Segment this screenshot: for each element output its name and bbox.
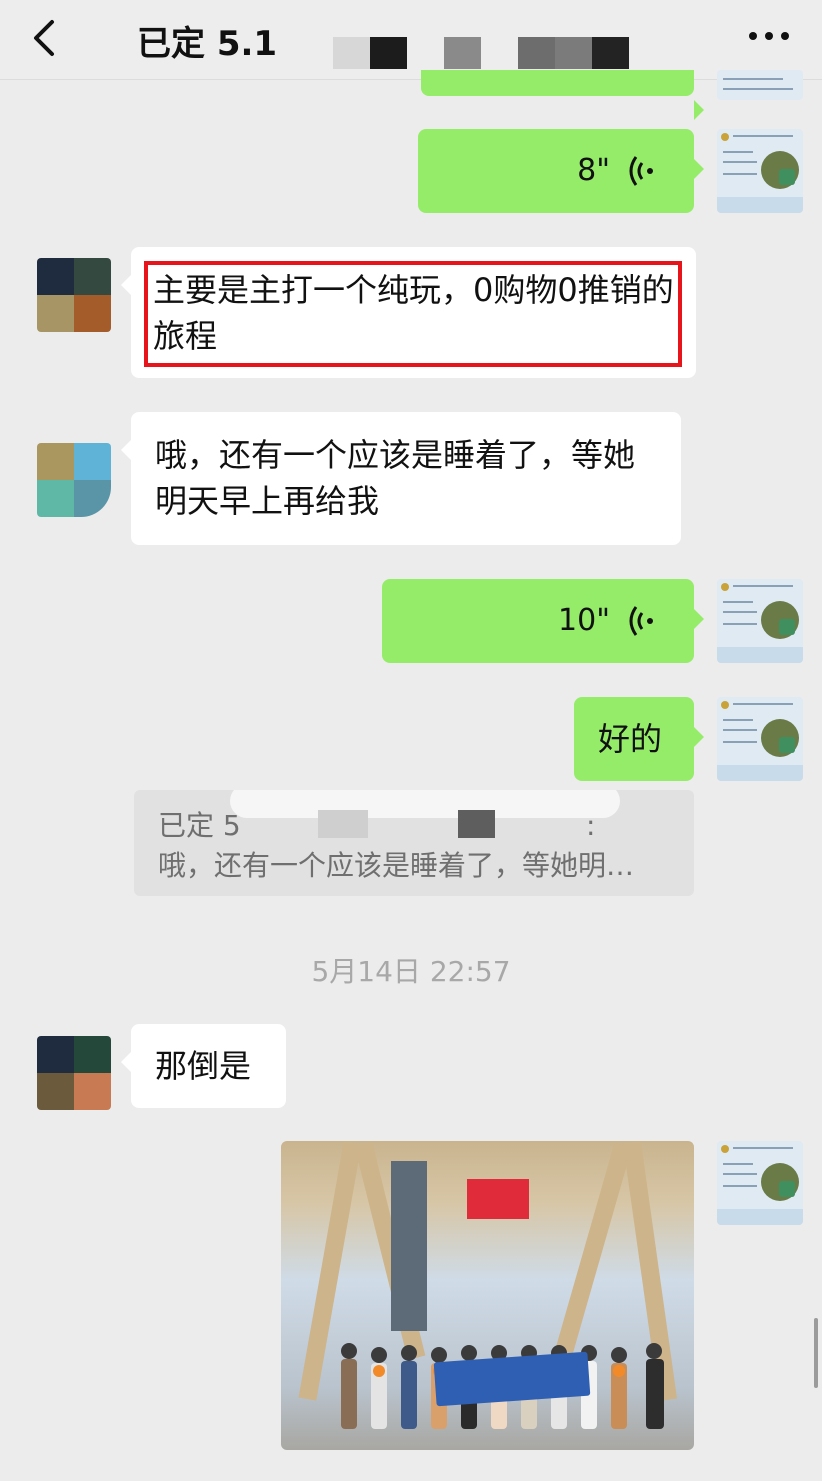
- elevator-tower: [391, 1161, 427, 1331]
- chat-title: 已定 5.12: [137, 24, 277, 64]
- sender-avatar-card[interactable]: [717, 1141, 803, 1225]
- quote-text: 哦，还有一个应该是睡着了，等她明…: [158, 849, 635, 882]
- redacted-mosaic-2: [444, 37, 481, 69]
- redacted-mosaic: [318, 810, 368, 838]
- voice-duration: 10": [558, 603, 610, 638]
- quote-sender: 已定 5: [158, 809, 241, 842]
- voice-wave-icon: [628, 604, 664, 638]
- sender-avatar-card[interactable]: [717, 579, 803, 663]
- redacted-mosaic-3: [518, 37, 629, 69]
- quoted-message[interactable]: 已定 5 : 哦，还有一个应该是睡着了，等她明…: [134, 790, 694, 896]
- message-text: 好的: [598, 720, 663, 758]
- back-chevron-icon[interactable]: [28, 16, 68, 60]
- voice-wave-icon: [628, 154, 664, 188]
- text-message-bubble[interactable]: 哦，还有一个应该是睡着了，等她明天早上再给我: [121, 412, 681, 545]
- contact-avatar[interactable]: [37, 258, 111, 332]
- sender-avatar-card[interactable]: [717, 70, 803, 100]
- voice-message-bubble[interactable]: 10": [382, 579, 704, 663]
- scrollbar[interactable]: [814, 1318, 818, 1388]
- sender-avatar-card[interactable]: [717, 129, 803, 213]
- message-text: 哦，还有一个应该是睡着了，等她明天早上再给我: [155, 436, 636, 520]
- more-dots-icon[interactable]: [745, 26, 793, 46]
- text-message-bubble[interactable]: 好的: [574, 697, 704, 781]
- partial-voice-bubble[interactable]: [421, 70, 704, 120]
- group-photo-image[interactable]: [281, 1141, 694, 1450]
- chat-timestamp: 5月14日 22:57: [311, 955, 511, 988]
- contact-avatar[interactable]: [37, 443, 111, 517]
- quote-colon: :: [586, 809, 596, 842]
- voice-duration: 8": [577, 153, 610, 188]
- redacted-mosaic-1: [333, 37, 407, 69]
- chat-header: 已定 5.12: [0, 0, 822, 80]
- message-text: 那倒是: [155, 1047, 252, 1085]
- highlight-annotation-box: [144, 261, 682, 367]
- redacted-mosaic: [458, 810, 495, 838]
- voice-message-bubble[interactable]: 8": [418, 129, 704, 213]
- sender-avatar-card[interactable]: [717, 697, 803, 781]
- flag-icon: [467, 1179, 529, 1219]
- text-message-bubble[interactable]: 那倒是: [121, 1024, 286, 1108]
- contact-avatar[interactable]: [37, 1036, 111, 1110]
